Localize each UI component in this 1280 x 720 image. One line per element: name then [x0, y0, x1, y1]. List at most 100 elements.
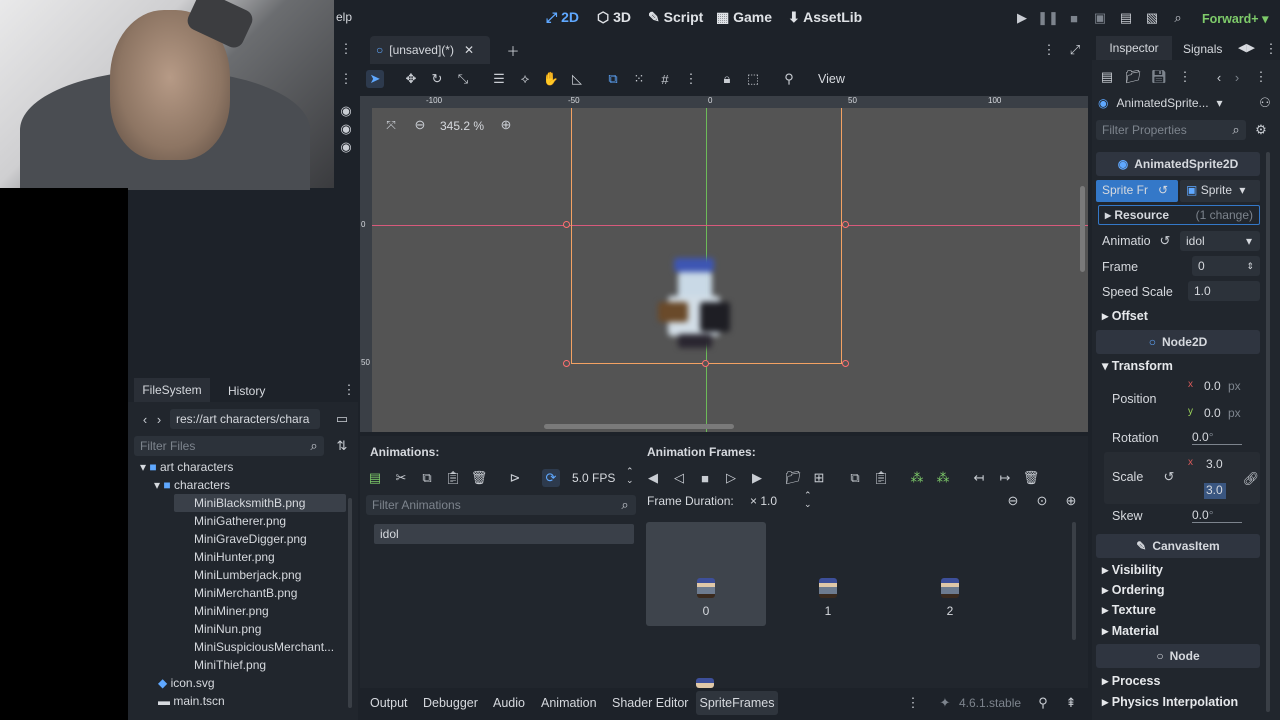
- zoom-reset-icon[interactable]: ⊙: [1033, 492, 1051, 510]
- tab-shader-editor[interactable]: Shader Editor: [612, 696, 688, 710]
- smart-snap-icon[interactable]: ⧉: [604, 70, 622, 88]
- node-selector[interactable]: ◉ AnimatedSprite... ▾: [1098, 93, 1238, 113]
- character-sprite[interactable]: [638, 246, 748, 356]
- scrollbar[interactable]: [348, 498, 352, 708]
- menu-dots-icon[interactable]: ⋮: [337, 70, 355, 88]
- workspace-script[interactable]: ✎ Script: [648, 9, 703, 26]
- texture-section[interactable]: ▸ Texture: [1102, 602, 1156, 617]
- menu-dots-icon[interactable]: ⋮: [682, 70, 700, 88]
- zoom-in-icon[interactable]: ⊕: [1062, 492, 1080, 510]
- lock-icon[interactable]: 🔒︎: [718, 70, 736, 88]
- settings-icon[interactable]: ⚙: [1252, 121, 1270, 139]
- file-item[interactable]: ◆ icon.svg: [158, 676, 215, 690]
- tab-signals[interactable]: Signals: [1183, 42, 1222, 56]
- canvas-viewport[interactable]: -100 -50 0 50 100 0 50 ⤧ ⊖ 345.2 % ⊕: [360, 96, 1088, 432]
- workspace-3d[interactable]: ⬡ 3D: [597, 9, 631, 26]
- file-item[interactable]: MiniLumberjack.png: [194, 568, 301, 582]
- file-item[interactable]: MiniSuspiciousMerchant...: [194, 640, 334, 654]
- snap-options-icon[interactable]: ⁙: [630, 70, 648, 88]
- add-tab-icon[interactable]: ＋: [504, 41, 522, 59]
- visibility-eye-icon[interactable]: ◉: [337, 138, 355, 156]
- frame-duration-field[interactable]: × 1.0: [750, 494, 777, 508]
- sprite-frames-resource[interactable]: ▣ Sprite ▾: [1180, 180, 1260, 202]
- move-tool-icon[interactable]: ✥: [402, 70, 420, 88]
- pan-tool-icon[interactable]: ✋: [542, 70, 560, 88]
- filter-properties-input[interactable]: Filter Properties: [1096, 120, 1246, 140]
- scale-x-field[interactable]: 3.0: [1206, 457, 1223, 471]
- transform-section[interactable]: ▾ Transform: [1102, 358, 1173, 373]
- tab-debugger[interactable]: Debugger: [423, 696, 478, 710]
- move-right-icon[interactable]: ↦: [996, 469, 1014, 487]
- position-y-field[interactable]: 0.0: [1204, 406, 1221, 420]
- rotation-slider[interactable]: 0.0°: [1192, 430, 1242, 445]
- zoom-in-icon[interactable]: ⊕: [497, 116, 515, 134]
- sprite-frames-property[interactable]: Sprite Fr ↺: [1096, 180, 1178, 202]
- open-folder-icon[interactable]: 📁︎: [1124, 68, 1142, 86]
- v-scrollbar[interactable]: [1080, 186, 1085, 272]
- delete-icon[interactable]: 🗑︎: [470, 469, 488, 487]
- expand-panel-icon[interactable]: ⇞: [1062, 694, 1080, 712]
- h-scrollbar[interactable]: [544, 424, 734, 429]
- link-icon[interactable]: 🔗︎: [1242, 470, 1260, 488]
- workspace-2d[interactable]: ⤢ 2D: [546, 9, 579, 26]
- pin-icon[interactable]: ⚲: [1034, 694, 1052, 712]
- fps-field[interactable]: 5.0 FPS: [572, 471, 615, 485]
- copy-icon[interactable]: ⧉: [846, 469, 864, 487]
- load-icon[interactable]: 📁︎: [784, 469, 802, 487]
- speed-scale-field[interactable]: 1.0: [1188, 281, 1260, 301]
- list-tool-icon[interactable]: ☰: [490, 70, 508, 88]
- play-icon[interactable]: ▶: [1013, 9, 1031, 27]
- autoplay-icon[interactable]: ⊳: [506, 469, 524, 487]
- tab-output[interactable]: Output: [370, 696, 408, 710]
- stepper-icon[interactable]: ⌃ ⌄: [626, 467, 634, 485]
- tab-inspector[interactable]: Inspector: [1096, 36, 1172, 60]
- path-field[interactable]: res://art characters/chara: [170, 409, 320, 429]
- sort-icon[interactable]: ⇅: [333, 437, 351, 455]
- file-item[interactable]: MiniBlacksmithB.png: [194, 496, 305, 510]
- resource-row[interactable]: ▸ Resource (1 change): [1098, 205, 1260, 225]
- distraction-free-icon[interactable]: ⤢: [1066, 41, 1084, 59]
- visibility-section[interactable]: ▸ Visibility: [1102, 562, 1163, 577]
- rotate-tool-icon[interactable]: ↻: [428, 70, 446, 88]
- delete-icon[interactable]: 🗑︎: [1022, 469, 1040, 487]
- new-resource-icon[interactable]: ▤: [1098, 68, 1116, 86]
- scrollbar[interactable]: [1072, 522, 1076, 640]
- file-item[interactable]: MiniMerchantB.png: [194, 586, 297, 600]
- scale-tool-icon[interactable]: ⤡: [454, 70, 472, 88]
- bone-icon[interactable]: ⚲: [780, 70, 798, 88]
- loop-icon[interactable]: ⟳: [542, 469, 560, 487]
- frame-thumb-partial[interactable]: [696, 678, 714, 688]
- forward-icon[interactable]: ›: [150, 410, 168, 428]
- offset-section[interactable]: ▸ Offset: [1102, 308, 1148, 323]
- play-backwards-start-icon[interactable]: ◀: [644, 469, 662, 487]
- physics-interpolation-section[interactable]: ▸ Physics Interpolation: [1102, 694, 1238, 709]
- scrollbar[interactable]: [1266, 152, 1270, 712]
- animation-select[interactable]: idol ▾: [1180, 231, 1260, 251]
- frame-thumb[interactable]: 2: [890, 522, 1010, 626]
- pivot-tool-icon[interactable]: ⟡: [516, 70, 534, 88]
- renderer-select[interactable]: Forward+ ▾: [1202, 11, 1268, 26]
- tab-filesystem[interactable]: FileSystem: [134, 378, 210, 402]
- zoom-out-icon[interactable]: ⊖: [411, 116, 429, 134]
- group-icon[interactable]: ⬚: [744, 70, 762, 88]
- movie-icon[interactable]: ⌕: [1169, 9, 1187, 27]
- position-x-field[interactable]: 0.0: [1204, 379, 1221, 393]
- filter-animations-input[interactable]: Filter Animations: [366, 495, 636, 515]
- copy-icon[interactable]: ⧉: [418, 469, 436, 487]
- menu-dots-icon[interactable]: ⋮: [1252, 68, 1270, 86]
- close-icon[interactable]: ✕: [464, 43, 474, 57]
- play-scene-icon[interactable]: ▤: [1117, 9, 1135, 27]
- tab-history[interactable]: History: [228, 384, 265, 398]
- menu-dots-icon[interactable]: ⋮: [1040, 41, 1058, 59]
- revert-icon[interactable]: ↺: [1160, 468, 1178, 486]
- help-menu[interactable]: elp: [336, 10, 352, 24]
- stepper-icon[interactable]: ⌃ ⌄: [804, 491, 812, 509]
- insert-after-icon[interactable]: ⁂: [934, 469, 952, 487]
- file-item[interactable]: ▬ main.tscn: [158, 694, 225, 708]
- grid-snap-icon[interactable]: #: [656, 70, 674, 88]
- pause-icon[interactable]: ❚❚: [1037, 9, 1059, 27]
- cut-icon[interactable]: ✂: [392, 469, 410, 487]
- tab-arrows-icon[interactable]: ◀▶: [1238, 41, 1255, 54]
- scale-y-field[interactable]: 3.0: [1204, 483, 1226, 499]
- play-start-icon[interactable]: ▶: [748, 469, 766, 487]
